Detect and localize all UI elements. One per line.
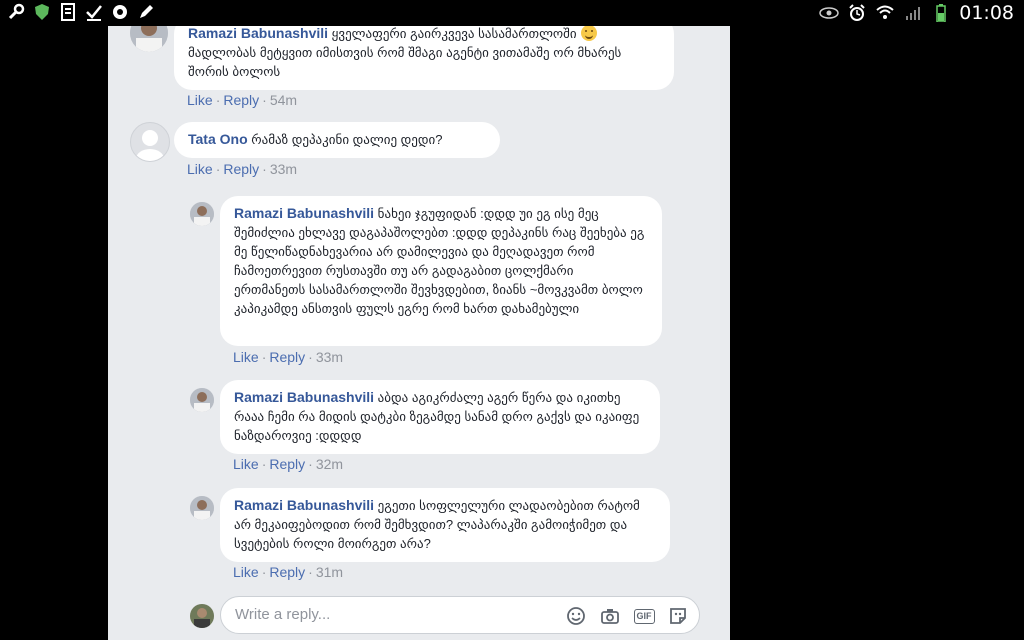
eye-icon [819, 3, 839, 23]
comment-bubble: Tata Ono რამაზ დეპაკინი დალიე დედი? [174, 122, 500, 158]
status-bar: 01:08 [0, 0, 1024, 26]
comment-actions: Like · Reply · 33m [187, 161, 298, 177]
battery-icon [931, 3, 951, 23]
checkmark-icon [84, 2, 104, 22]
reply-link[interactable]: Reply [223, 161, 259, 177]
like-link[interactable]: Like [233, 564, 259, 580]
smiley-icon[interactable] [565, 605, 587, 627]
comment-text: რამაზ დეპაკინი დალიე დედი? [251, 132, 443, 147]
reply-link[interactable]: Reply [269, 564, 305, 580]
pencil-icon [136, 2, 156, 22]
comment-bubble: Ramazi Babunashvili აბდა აგიკრძალე აგერ … [220, 380, 660, 454]
document-icon [58, 2, 78, 22]
avatar[interactable] [190, 202, 214, 226]
comment-text: ყველაფერი გაირკვევა სასამართლოში [331, 26, 577, 41]
reply-link[interactable]: Reply [269, 456, 305, 472]
comment-time[interactable]: 31m [316, 564, 343, 580]
avatar[interactable] [130, 26, 168, 52]
comment-actions: Like · Reply · 31m [233, 564, 344, 580]
comment-actions: Like · Reply · 32m [233, 456, 344, 472]
camera-icon[interactable] [599, 605, 621, 627]
comment-bubble: Ramazi Babunashvili ყველაფერი გაირკვევა … [174, 26, 674, 90]
gif-label: GIF [633, 608, 655, 624]
like-link[interactable]: Like [233, 456, 259, 472]
reply-link[interactable]: Reply [269, 349, 305, 365]
like-link[interactable]: Like [233, 349, 259, 365]
clock-time: 01:08 [959, 2, 1014, 24]
comment-text: ნახეი ჯგუფიდან :დდდ უი ეგ ისე მეც შემიძლ… [234, 206, 645, 316]
gif-icon[interactable]: GIF [633, 605, 655, 627]
sticker-icon[interactable] [667, 605, 689, 627]
comment-author[interactable]: Ramazi Babunashvili [234, 497, 374, 513]
comment-actions: Like · Reply · 54m [187, 92, 298, 108]
comment-author[interactable]: Ramazi Babunashvili [188, 26, 328, 41]
comment-text: მადლობას მეტყვით იმისთვის რომ შმაგი აგენ… [188, 45, 622, 79]
reply-placeholder: Write a reply... [235, 606, 331, 623]
avatar[interactable] [190, 496, 214, 520]
shield-icon [32, 2, 52, 22]
like-link[interactable]: Like [187, 161, 213, 177]
wifi-icon [875, 3, 895, 23]
signal-icon [903, 3, 923, 23]
avatar[interactable] [190, 388, 214, 412]
comment-time[interactable]: 54m [270, 92, 297, 108]
reply-input[interactable]: Write a reply... GIF [220, 596, 700, 634]
comments-panel[interactable]: Ramazi Babunashvili ყველაფერი გაირკვევა … [108, 26, 730, 640]
comment-author[interactable]: Ramazi Babunashvili [234, 205, 374, 221]
comment-bubble: Ramazi Babunashvili ეგეთი სოფლელური ლადა… [220, 488, 670, 562]
chat-icon [110, 2, 130, 22]
smiley-emoji-icon [580, 26, 597, 41]
current-user-avatar [190, 604, 214, 628]
comment-actions: Like · Reply · 33m [233, 349, 344, 365]
comment-time[interactable]: 32m [316, 456, 343, 472]
comment-time[interactable]: 33m [316, 349, 343, 365]
comment-bubble: Ramazi Babunashvili ნახეი ჯგუფიდან :დდდ … [220, 196, 662, 346]
avatar-placeholder[interactable] [130, 122, 170, 162]
wrench-icon [6, 2, 26, 22]
reply-link[interactable]: Reply [223, 92, 259, 108]
comment-author[interactable]: Ramazi Babunashvili [234, 389, 374, 405]
alarm-icon [847, 3, 867, 23]
comment-author[interactable]: Tata Ono [188, 131, 248, 147]
comment-time[interactable]: 33m [270, 161, 297, 177]
like-link[interactable]: Like [187, 92, 213, 108]
